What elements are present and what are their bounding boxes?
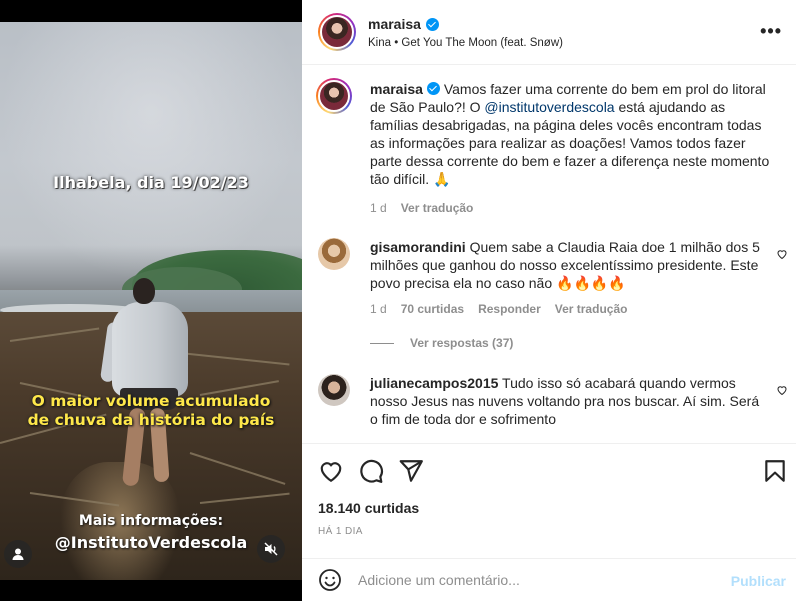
comment-text: julianecampos2015 Tudo isso só acabará q…	[370, 374, 770, 428]
post-details-panel: maraisa Kina • Get You The Moon (feat. S…	[302, 0, 796, 601]
replies-divider	[370, 342, 394, 344]
comment-heart-icon[interactable]	[776, 384, 788, 396]
view-replies-label: Ver respostas (37)	[410, 336, 514, 350]
comments-scroll-area[interactable]: maraisa Vamos fazer uma corrente do bem …	[302, 66, 796, 443]
bookmark-icon[interactable]	[762, 458, 788, 484]
header-username[interactable]: maraisa	[368, 16, 421, 32]
caption-username[interactable]: maraisa	[370, 81, 423, 97]
person-head	[133, 278, 155, 304]
user-tags-button[interactable]	[4, 540, 32, 568]
caption-text: maraisa Vamos fazer uma corrente do bem …	[370, 80, 770, 188]
heart-icon[interactable]	[318, 458, 344, 484]
overlay-headline-line2: de chuva da história do país	[27, 411, 275, 429]
likes-count[interactable]: 18.140 curtidas	[318, 500, 419, 516]
translate-link[interactable]: Ver tradução	[555, 302, 628, 316]
avatar[interactable]	[316, 78, 352, 114]
comment-text: gisamorandini Quem sabe a Claudia Raia d…	[370, 238, 770, 292]
mute-button[interactable]	[257, 535, 285, 563]
sky	[0, 22, 302, 282]
overlay-headline: O maior volume acumulado de chuva da his…	[0, 392, 302, 430]
caption-time: 1 d	[370, 201, 387, 215]
avatar[interactable]	[318, 13, 356, 51]
comment-time: 1 d	[370, 302, 387, 316]
post-time[interactable]: HÁ 1 DIA	[318, 526, 363, 537]
avatar-image	[320, 15, 354, 49]
publish-button[interactable]: Publicar	[731, 573, 786, 589]
caption-meta: 1 d Ver tradução	[370, 201, 473, 215]
smiley-icon[interactable]	[318, 568, 342, 592]
overlay-headline-line1: O maior volume acumulado	[31, 392, 271, 410]
user-icon	[12, 548, 24, 560]
comment-input[interactable]	[358, 569, 718, 591]
post-video[interactable]: Ilhabela, dia 19/02/23 O maior volume ac…	[0, 22, 302, 580]
speaker-muted-icon	[264, 542, 278, 556]
comment-username[interactable]: gisamorandini	[370, 239, 466, 255]
post-header: maraisa Kina • Get You The Moon (feat. S…	[302, 0, 796, 65]
mention-link[interactable]: @institutoverdescola	[484, 99, 614, 115]
comment-likes[interactable]: 70 curtidas	[401, 302, 464, 316]
avatar-image	[318, 80, 350, 112]
overlay-info: Mais informações:	[78, 513, 224, 529]
person-body	[112, 302, 188, 397]
header-user: maraisa	[368, 16, 439, 32]
more-options-button[interactable]: •••	[760, 22, 782, 40]
audio-track-link[interactable]: Kina • Get You The Moon (feat. Snøw)	[368, 37, 563, 49]
reply-button[interactable]: Responder	[478, 302, 541, 316]
paper-plane-icon[interactable]	[398, 458, 424, 484]
avatar[interactable]	[318, 374, 350, 406]
comment-icon[interactable]	[358, 458, 384, 484]
post-actions: 18.140 curtidas HÁ 1 DIA	[302, 443, 796, 549]
verified-badge-icon	[426, 82, 440, 95]
post-media[interactable]: Ilhabela, dia 19/02/23 O maior volume ac…	[0, 0, 302, 601]
overlay-date: Ilhabela, dia 19/02/23	[53, 173, 249, 192]
comment-meta: 1 d 70 curtidas Responder Ver tradução	[370, 302, 627, 316]
avatar[interactable]	[318, 238, 350, 270]
verified-badge-icon	[425, 17, 439, 31]
comment-username[interactable]: julianecampos2015	[370, 375, 498, 391]
comment-heart-icon[interactable]	[776, 248, 788, 260]
add-comment-bar: Publicar	[302, 558, 796, 601]
view-replies-button[interactable]: Ver respostas (37)	[370, 336, 513, 350]
translate-link[interactable]: Ver tradução	[401, 201, 474, 215]
